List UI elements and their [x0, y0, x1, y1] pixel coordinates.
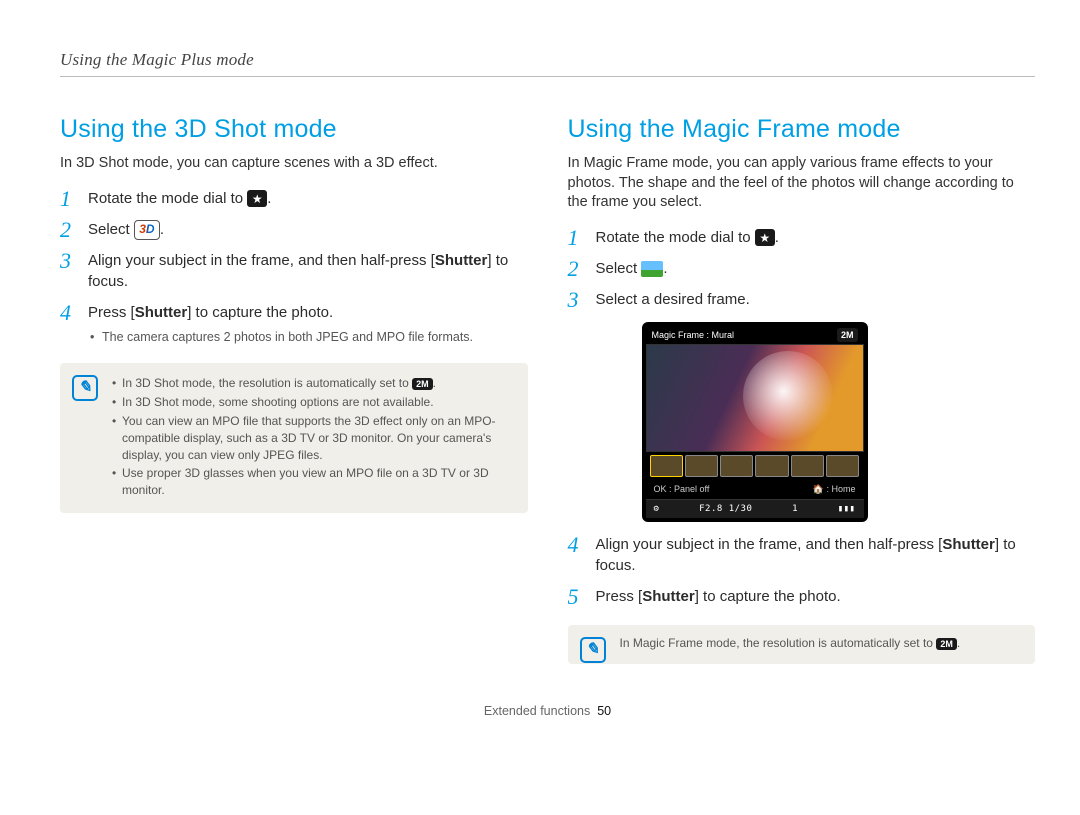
- screen-ok-label: OK : Panel off: [654, 483, 710, 496]
- step-2: 2 Select 3D.: [60, 219, 528, 240]
- right-column: Using the Magic Frame mode In Magic Fram…: [568, 115, 1036, 664]
- step-1: 1 Rotate the mode dial to ★.: [568, 227, 1036, 248]
- mode-dial-magic-icon: ★: [247, 190, 267, 207]
- step-text: Select a desired frame.: [596, 291, 750, 308]
- note-item: In 3D Shot mode, some shooting options a…: [112, 394, 514, 411]
- frame-thumbnail: [755, 455, 788, 477]
- frame-thumbnail: [720, 455, 753, 477]
- step-3: 3 Align your subject in the frame, and t…: [60, 250, 528, 292]
- steps-magicframe: 1 Rotate the mode dial to ★. 2 Select . …: [568, 227, 1036, 608]
- note-box-magicframe: ✎ In Magic Frame mode, the resolution is…: [568, 625, 1036, 664]
- frame-thumbnail: [685, 455, 718, 477]
- frame-thumbnail-strip: [646, 452, 864, 480]
- step-number: 3: [60, 246, 71, 277]
- step-number: 1: [60, 184, 71, 215]
- frame-thumbnail: [791, 455, 824, 477]
- steps-3d: 1 Rotate the mode dial to ★. 2 Select 3D…: [60, 188, 528, 346]
- intro-3d: In 3D Shot mode, you can capture scenes …: [60, 154, 528, 174]
- resolution-icon: 2M: [412, 378, 433, 390]
- step-sub-bullets: The camera captures 2 photos in both JPE…: [88, 329, 528, 346]
- camera-screen-preview: Magic Frame : Mural 2M: [642, 322, 868, 523]
- step-text: Align your subject in the frame, and the…: [596, 536, 1016, 574]
- screen-mode-icon: ⚙: [654, 503, 660, 516]
- section-title-3d: Using the 3D Shot mode: [60, 115, 528, 144]
- step-text: Select 3D.: [88, 221, 164, 238]
- magic-frame-icon: [641, 261, 663, 277]
- note-box-3d: ✎ In 3D Shot mode, the resolution is aut…: [60, 363, 528, 513]
- page-header: Using the Magic Plus mode: [60, 50, 1035, 77]
- frame-thumbnail: [826, 455, 859, 477]
- note-item: In 3D Shot mode, the resolution is autom…: [112, 375, 514, 392]
- mode-dial-magic-icon: ★: [755, 229, 775, 246]
- header-title: Using the Magic Plus mode: [60, 50, 254, 69]
- step-5: 5 Press [Shutter] to capture the photo.: [568, 586, 1036, 607]
- step-number: 2: [568, 254, 579, 285]
- screen-res-icon: 2M: [837, 328, 858, 343]
- step-1: 1 Rotate the mode dial to ★.: [60, 188, 528, 209]
- note-icon: ✎: [580, 637, 606, 663]
- step-text: Rotate the mode dial to ★.: [596, 229, 779, 246]
- intro-magicframe: In Magic Frame mode, you can apply vario…: [568, 154, 1036, 213]
- left-column: Using the 3D Shot mode In 3D Shot mode, …: [60, 115, 528, 664]
- frame-thumbnail: [650, 455, 683, 477]
- screen-shot-count: 1: [792, 503, 798, 516]
- screen-home-label: 🏠 : Home: [813, 483, 856, 496]
- resolution-icon: 2M: [936, 638, 957, 650]
- footer-section: Extended functions: [484, 704, 590, 718]
- note-icon: ✎: [72, 375, 98, 401]
- step-2: 2 Select .: [568, 258, 1036, 279]
- note-item: Use proper 3D glasses when you view an M…: [112, 465, 514, 499]
- section-title-magicframe: Using the Magic Frame mode: [568, 115, 1036, 144]
- note-item: You can view an MPO file that supports t…: [112, 413, 514, 463]
- screen-exposure: F2.8 1/30: [699, 503, 752, 516]
- step-number: 4: [60, 298, 71, 329]
- screen-battery-icon: ▮▮▮: [838, 503, 856, 516]
- footer-page-number: 50: [597, 704, 611, 718]
- step-text: Align your subject in the frame, and the…: [88, 252, 508, 290]
- step-text: Press [Shutter] to capture the photo.: [596, 588, 841, 605]
- step-number: 5: [568, 582, 579, 613]
- step-text: Select .: [596, 260, 668, 277]
- page-footer: Extended functions 50: [60, 704, 1035, 718]
- screen-title: Magic Frame : Mural: [652, 329, 735, 342]
- step-number: 3: [568, 285, 579, 316]
- step-number: 4: [568, 530, 579, 561]
- step-text: Press [Shutter] to capture the photo.: [88, 304, 333, 321]
- step-4: 4 Press [Shutter] to capture the photo. …: [60, 302, 528, 346]
- step-number: 2: [60, 215, 71, 246]
- note-text: In Magic Frame mode, the resolution is a…: [620, 636, 961, 650]
- step-4: 4 Align your subject in the frame, and t…: [568, 534, 1036, 576]
- step-text: Rotate the mode dial to ★.: [88, 190, 271, 207]
- screen-preview-image: [646, 344, 864, 452]
- sub-bullet: The camera captures 2 photos in both JPE…: [90, 329, 528, 346]
- step-number: 1: [568, 223, 579, 254]
- 3d-mode-icon: 3D: [134, 220, 160, 240]
- step-3: 3 Select a desired frame. Magic Frame : …: [568, 289, 1036, 523]
